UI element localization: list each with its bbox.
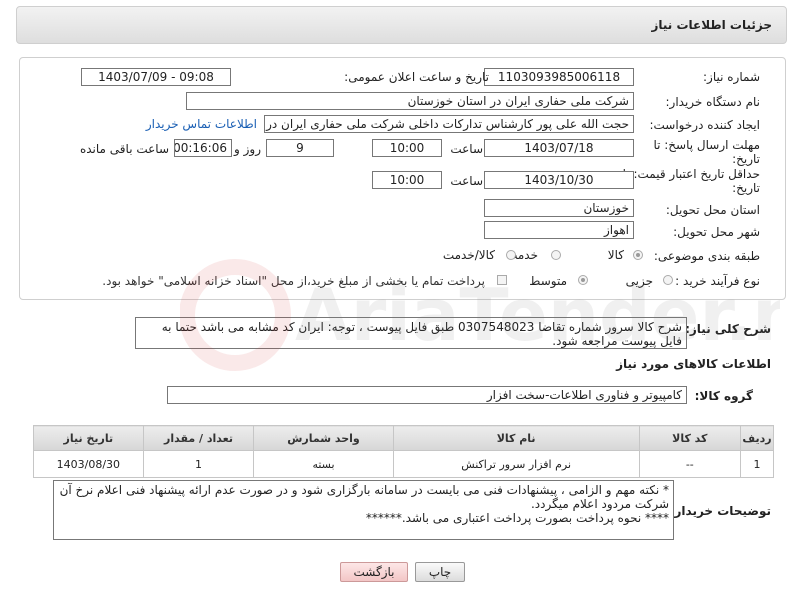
validity-date-label: تاریخ: (732, 181, 760, 195)
category-goods-label: کالا (607, 248, 624, 262)
print-button[interactable]: چاپ (415, 562, 465, 582)
process-minor-radio[interactable] (663, 275, 673, 285)
description-label: شرح کلی نیاز: (685, 322, 771, 336)
days-remaining-field: 9 (266, 139, 334, 157)
creator-label: ایجاد کننده درخواست: (649, 118, 760, 132)
deadline-date-label: تاریخ: (732, 152, 760, 166)
need-number-label: شماره نیاز: (703, 70, 760, 84)
treasury-payment-note: پرداخت تمام یا بخشی از مبلغ خرید،از محل … (102, 274, 485, 288)
deadline-label: مهلت ارسال پاسخ: تا (653, 138, 760, 152)
validity-time-field: 10:00 (372, 171, 442, 189)
validity-date-field: 1403/10/30 (484, 171, 634, 189)
cell-goods-code: -- (638, 450, 742, 478)
back-button[interactable]: بازگشت (340, 562, 408, 582)
category-goods-service-radio[interactable] (506, 250, 516, 260)
process-medium-label: متوسط (529, 274, 567, 288)
process-medium-radio[interactable] (578, 275, 588, 285)
process-label: نوع فرآیند خرید : (675, 274, 760, 288)
time-remaining-label: ساعت باقی مانده (79, 142, 169, 156)
need-number-field: 1103093985006118 (484, 68, 634, 86)
validity-label: حداقل تاریخ اعتبار قیمت: تا (622, 167, 760, 181)
category-goods-service-label: کالا/خدمت (442, 248, 495, 262)
announce-field: 1403/07/09 - 09:08 (81, 68, 231, 86)
buyer-org-field: شرکت ملی حفاری ایران در استان خوزستان (186, 92, 634, 110)
table-row: 1 -- نرم افزار سرور تراکنش بسته 1 1403/0… (33, 450, 774, 478)
city-label: شهر محل تحویل: (673, 225, 760, 239)
cell-quantity: 1 (142, 450, 255, 478)
goods-table: ردیف کد کالا نام کالا واحد شمارش تعداد /… (33, 425, 774, 478)
buyer-notes-label: توضیحات خریدار: (669, 504, 771, 518)
page-header: جزئیات اطلاعات نیاز (16, 6, 787, 44)
col-row-number: ردیف (740, 425, 774, 451)
goods-group-label: گروه کالا: (694, 389, 753, 403)
col-need-date: تاریخ نیاز (33, 425, 144, 451)
category-label: طبقه بندی موضوعی: (653, 249, 760, 263)
page-title: جزئیات اطلاعات نیاز (651, 18, 772, 32)
goods-table-header: ردیف کد کالا نام کالا واحد شمارش تعداد /… (33, 425, 774, 451)
goods-section-title: اطلاعات کالاهای مورد نیاز (616, 357, 771, 371)
cell-goods-name: نرم افزار سرور تراکنش (392, 450, 640, 478)
deadline-time-field: 10:00 (372, 139, 442, 157)
col-quantity: تعداد / مقدار (142, 425, 255, 451)
time-remaining-field: 00:16:06 (174, 139, 232, 157)
creator-field: حجت الله علی پور کارشناس تدارکات داخلی ش… (264, 115, 634, 133)
treasury-payment-checkbox[interactable] (497, 275, 507, 285)
province-field: خوزستان (484, 199, 634, 217)
deadline-date-field: 1403/07/18 (484, 139, 634, 157)
announce-label: تاریخ و ساعت اعلان عمومی: (344, 70, 489, 84)
cell-row-number: 1 (740, 450, 774, 478)
province-label: استان محل تحویل: (665, 203, 760, 217)
col-goods-name: نام کالا (392, 425, 640, 451)
validity-time-label: ساعت (450, 174, 483, 188)
buyer-notes-line-1: * نکته مهم و الزامی ، پیشنهادات فنی می ب… (59, 483, 669, 511)
category-service-radio[interactable] (551, 250, 561, 260)
goods-group-field: کامپیوتر و فناوری اطلاعات-سخت افزار (167, 386, 687, 404)
buyer-notes-box: * نکته مهم و الزامی ، پیشنهادات فنی می ب… (53, 480, 674, 540)
city-field: اهواز (484, 221, 634, 239)
cell-unit: بسته (253, 450, 394, 478)
buyer-notes-line-2: **** نحوه پرداخت بصورت پرداخت اعتباری می… (365, 511, 669, 525)
deadline-time-label: ساعت (450, 142, 483, 156)
col-unit: واحد شمارش (253, 425, 394, 451)
category-goods-radio[interactable] (633, 250, 643, 260)
days-label: روز و (234, 142, 261, 156)
col-goods-code: کد کالا (638, 425, 742, 451)
process-minor-label: جزیی (625, 274, 653, 288)
cell-need-date: 1403/08/30 (33, 450, 144, 478)
buyer-org-label: نام دستگاه خریدار: (665, 95, 761, 109)
buyer-contact-link[interactable]: اطلاعات تماس خریدار (146, 117, 257, 131)
description-box: شرح کالا سرور شماره تقاضا 0307548023 طبق… (135, 317, 687, 349)
